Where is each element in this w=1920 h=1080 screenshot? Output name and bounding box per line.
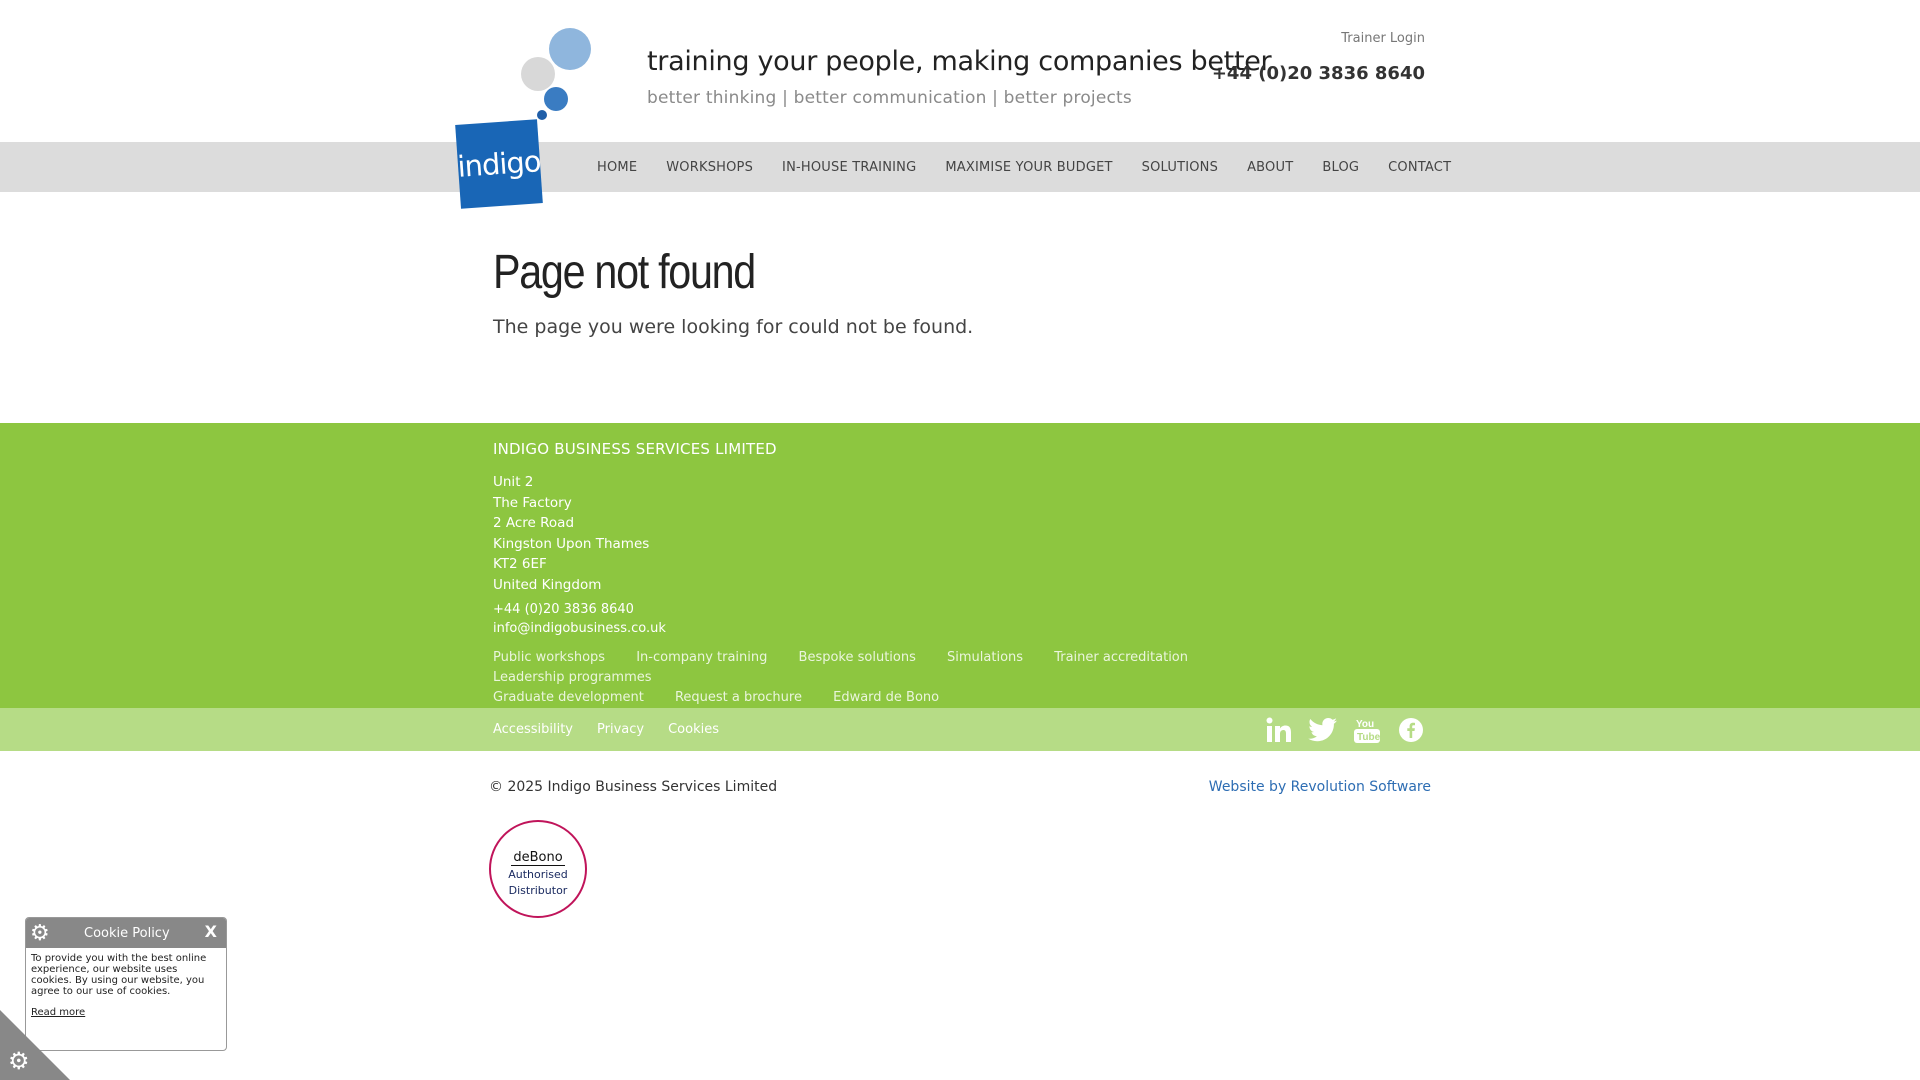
privacy-link[interactable]: Privacy xyxy=(597,722,644,737)
debono-distributor-badge[interactable]: deBono Authorised Distributor xyxy=(489,820,587,918)
footer-contact: INDIGO BUSINESS SERVICES LIMITED Unit 2 … xyxy=(493,440,777,638)
social-links: You Tube xyxy=(1264,713,1426,746)
footer-link[interactable]: Graduate development xyxy=(493,688,644,708)
header-phone: +44 (0)20 3836 8640 xyxy=(1211,63,1425,84)
logo-bubble xyxy=(537,110,547,120)
address-line: United Kingdom xyxy=(493,576,602,593)
address-line: Unit 2 xyxy=(493,474,534,490)
youtube-icon[interactable]: You Tube xyxy=(1352,715,1382,745)
nav-about[interactable]: ABOUT xyxy=(1247,160,1293,175)
address-line: KT2 6EF xyxy=(493,556,547,572)
nav-maximise-budget[interactable]: MAXIMISE YOUR BUDGET xyxy=(945,160,1112,175)
footer-link[interactable]: Simulations xyxy=(947,648,1023,668)
main-content: Page not found The page you were looking… xyxy=(493,245,973,338)
footer-link[interactable]: In-company training xyxy=(636,648,767,668)
logo-wordmark: indigo xyxy=(455,119,543,209)
footer-contact-lines: +44 (0)20 3836 8640 info@indigobusiness.… xyxy=(493,600,777,638)
twitter-icon[interactable] xyxy=(1308,715,1338,745)
footer-link[interactable]: Leadership programmes xyxy=(493,668,652,688)
nav-home[interactable]: HOME xyxy=(597,160,637,175)
nav-workshops[interactable]: WORKSHOPS xyxy=(666,160,753,175)
footer-phone: +44 (0)20 3836 8640 xyxy=(493,602,634,617)
badge-line: Distributor xyxy=(508,884,568,897)
logo-bubble xyxy=(549,28,591,70)
footer-email-link[interactable]: info@indigobusiness.co.uk xyxy=(493,621,666,636)
accessibility-link[interactable]: Accessibility xyxy=(493,722,573,737)
logo-bubble xyxy=(521,57,555,91)
company-address: Unit 2 The Factory 2 Acre Road Kingston … xyxy=(493,472,777,595)
badge-brand: deBono xyxy=(511,850,565,866)
legal-links: Accessibility Privacy Cookies xyxy=(493,708,743,751)
company-name: INDIGO BUSINESS SERVICES LIMITED xyxy=(493,440,777,458)
facebook-icon[interactable] xyxy=(1396,715,1426,745)
address-line: 2 Acre Road xyxy=(493,515,575,531)
trainer-login-link[interactable]: Trainer Login xyxy=(1341,31,1425,46)
address-line: Kingston Upon Thames xyxy=(493,535,650,552)
page-title: Page not found xyxy=(493,246,756,299)
cookie-gear-icon: ⚙ xyxy=(30,921,50,946)
logo-bubble xyxy=(544,87,568,111)
cookie-title: Cookie Policy xyxy=(84,925,170,941)
footer-link[interactable]: Bespoke solutions xyxy=(799,648,916,668)
linkedin-icon[interactable] xyxy=(1264,715,1294,745)
main-nav: HOME WORKSHOPS IN-HOUSE TRAINING MAXIMIS… xyxy=(597,142,1480,192)
cookie-text: To provide you with the best online expe… xyxy=(31,953,207,997)
footer-link[interactable]: Public workshops xyxy=(493,648,605,668)
nav-blog[interactable]: BLOG xyxy=(1322,160,1359,175)
footer-links: Public workshops In-company training Bes… xyxy=(493,648,1373,708)
nav-solutions[interactable]: SOLUTIONS xyxy=(1142,160,1218,175)
cookies-link[interactable]: Cookies xyxy=(668,722,719,737)
footer-link[interactable]: Trainer accreditation xyxy=(1054,648,1188,668)
address-line: The Factory xyxy=(493,494,572,511)
close-icon[interactable]: X xyxy=(205,922,217,941)
tagline: training your people, making companies b… xyxy=(647,46,1272,77)
website-credit-link[interactable]: Website by Revolution Software xyxy=(1209,779,1431,795)
footer-legal-bar xyxy=(0,708,1920,751)
svg-text:Tube: Tube xyxy=(1357,732,1381,743)
sub-tagline: better thinking | better communication |… xyxy=(647,88,1132,108)
nav-contact[interactable]: CONTACT xyxy=(1388,160,1451,175)
not-found-message: The page you were looking for could not … xyxy=(493,316,974,338)
footer-link[interactable]: Request a brochure xyxy=(675,688,802,708)
cookie-settings-icon[interactable]: ⚙ xyxy=(8,1047,30,1075)
cookie-header: ⚙ Cookie Policy X xyxy=(26,918,226,948)
nav-in-house-training[interactable]: IN-HOUSE TRAINING xyxy=(782,160,916,175)
copyright: © 2025 Indigo Business Services Limited xyxy=(489,779,778,795)
svg-text:You: You xyxy=(1356,719,1374,730)
badge-line: Authorised xyxy=(508,868,568,881)
footer-link[interactable]: Edward de Bono xyxy=(833,688,939,708)
indigo-logo[interactable]: indigo xyxy=(455,22,595,212)
